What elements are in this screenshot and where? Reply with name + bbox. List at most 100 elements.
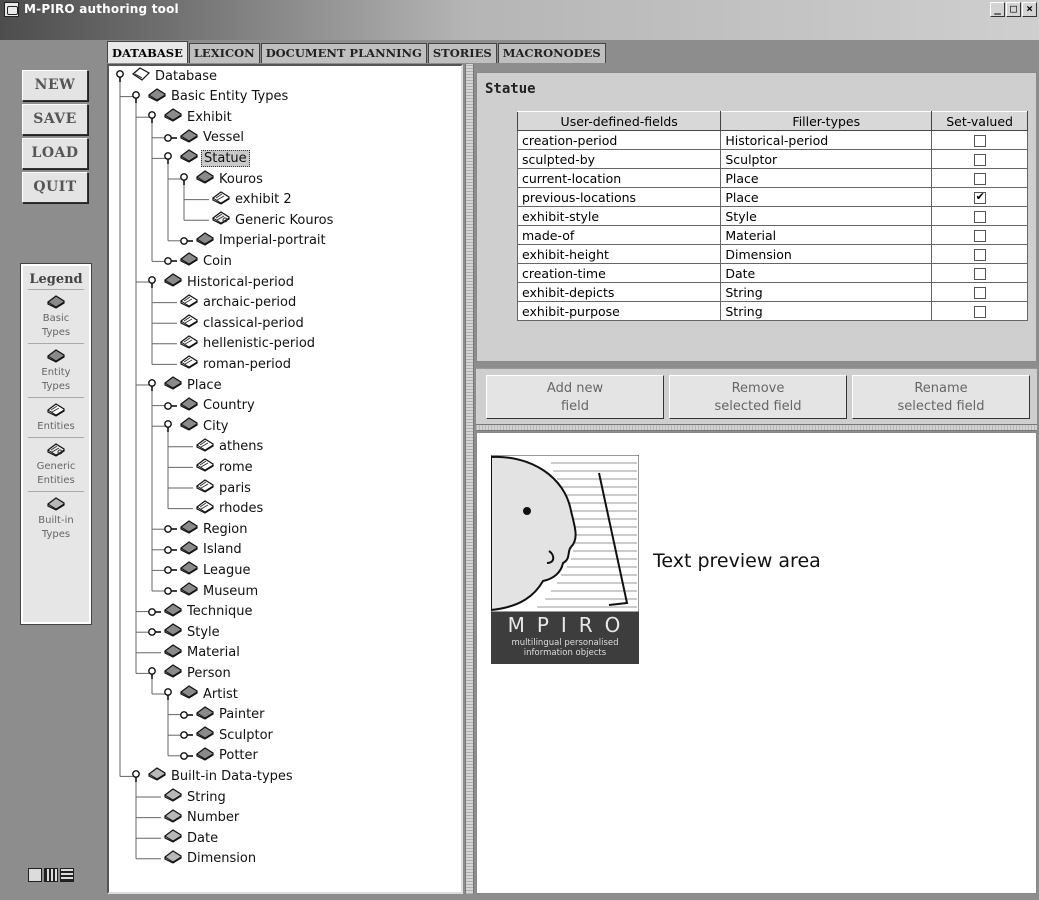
- table-row[interactable]: exhibit-height Dimension: [516, 244, 1028, 264]
- tab-stories[interactable]: STORIES: [427, 43, 497, 63]
- tree-collapsed-icon[interactable]: [147, 625, 163, 639]
- field-name-cell[interactable]: creation-period: [516, 130, 722, 150]
- tree-node[interactable]: Database: [115, 66, 219, 86]
- tree-collapsed-icon[interactable]: [163, 254, 179, 268]
- tree-node[interactable]: classical-period: [163, 313, 306, 333]
- set-valued-checkbox[interactable]: [973, 306, 986, 318]
- horizontal-splitter[interactable]: [476, 424, 1037, 431]
- tree-node[interactable]: Kouros: [179, 169, 265, 189]
- tree-node[interactable]: Painter: [179, 705, 267, 725]
- maximize-button[interactable]: □: [1006, 2, 1021, 17]
- set-valued-checkbox[interactable]: [973, 154, 986, 166]
- table-row[interactable]: exhibit-purpose String: [516, 301, 1028, 321]
- tree-node[interactable]: Coin: [163, 251, 234, 271]
- tab-lexicon[interactable]: LEXICON: [188, 43, 260, 63]
- tree-node[interactable]: String: [147, 787, 228, 807]
- table-row[interactable]: creation-period Historical-period: [516, 130, 1028, 150]
- tree-expanded-icon[interactable]: [147, 378, 163, 392]
- tree-collapsed-icon[interactable]: [163, 522, 179, 536]
- add-new-field-button[interactable]: Add new field: [486, 375, 664, 419]
- field-name-cell[interactable]: sculpted-by: [516, 149, 722, 169]
- tree-expanded-icon[interactable]: [163, 687, 179, 701]
- set-valued-checkbox[interactable]: [973, 230, 986, 242]
- field-name-cell[interactable]: previous-locations: [516, 187, 722, 207]
- tree-node[interactable]: Exhibit: [147, 107, 234, 127]
- tree-collapsed-icon[interactable]: [163, 543, 179, 557]
- quit-button[interactable]: QUIT: [22, 172, 88, 203]
- tree-node[interactable]: Statue: [163, 148, 250, 168]
- tree-node[interactable]: Dimension: [147, 849, 258, 869]
- tree-node[interactable]: Vessel: [163, 128, 246, 148]
- grid-layout-icon[interactable]: [28, 868, 42, 882]
- table-row[interactable]: previous-locations Place: [516, 187, 1028, 207]
- tree-node[interactable]: Material: [147, 643, 242, 663]
- field-name-cell[interactable]: exhibit-purpose: [516, 301, 722, 321]
- tab-macronodes[interactable]: MACRONODES: [497, 43, 606, 63]
- tree-collapsed-icon[interactable]: [179, 749, 195, 763]
- tree-node[interactable]: Museum: [163, 581, 260, 601]
- tree-node[interactable]: Style: [147, 622, 222, 642]
- table-row[interactable]: exhibit-depicts String: [516, 282, 1028, 302]
- tree-node[interactable]: archaic-period: [163, 293, 298, 313]
- field-name-cell[interactable]: current-location: [516, 168, 722, 188]
- column-layout-icon[interactable]: [44, 868, 58, 882]
- panel-splitter[interactable]: [465, 64, 474, 894]
- tree-collapsed-icon[interactable]: [163, 131, 179, 145]
- tree-expanded-icon[interactable]: [147, 110, 163, 124]
- filler-type-cell[interactable]: String: [720, 282, 933, 302]
- tree-expanded-icon[interactable]: [131, 769, 147, 783]
- tree-node[interactable]: Date: [147, 828, 220, 848]
- tree-node[interactable]: Generic Kouros: [195, 210, 335, 230]
- filler-type-cell[interactable]: Material: [720, 225, 933, 245]
- tree-node[interactable]: Sculptor: [179, 725, 275, 745]
- minimize-button[interactable]: _: [990, 2, 1005, 17]
- field-name-cell[interactable]: exhibit-height: [516, 244, 722, 264]
- tree-node[interactable]: Number: [147, 808, 241, 828]
- table-row[interactable]: exhibit-style Style: [516, 206, 1028, 226]
- filler-type-cell[interactable]: Style: [720, 206, 933, 226]
- tree-node[interactable]: Place: [147, 375, 224, 395]
- tree-node[interactable]: exhibit 2: [195, 190, 294, 210]
- filler-type-cell[interactable]: Dimension: [720, 244, 933, 264]
- set-valued-checkbox[interactable]: [973, 173, 986, 185]
- load-button[interactable]: LOAD: [22, 138, 88, 169]
- tree-expanded-icon[interactable]: [147, 275, 163, 289]
- tree-collapsed-icon[interactable]: [147, 605, 163, 619]
- tree-node[interactable]: Basic Entity Types: [131, 87, 290, 107]
- tree-collapsed-icon[interactable]: [179, 728, 195, 742]
- set-valued-checkbox[interactable]: [973, 211, 986, 223]
- close-button[interactable]: ×: [1022, 2, 1037, 17]
- set-valued-checkbox[interactable]: [973, 249, 986, 261]
- tree-collapsed-icon[interactable]: [163, 584, 179, 598]
- tree-node[interactable]: Artist: [163, 684, 240, 704]
- set-valued-checkbox[interactable]: [973, 190, 986, 204]
- column-header-fields[interactable]: User-defined-fields: [516, 111, 722, 131]
- filler-type-cell[interactable]: Date: [720, 263, 933, 283]
- tree-node[interactable]: City: [163, 416, 230, 436]
- database-tree[interactable]: Database Basic Entity Types Exhibit Vessel S…: [107, 64, 463, 894]
- tree-expanded-icon[interactable]: [131, 90, 147, 104]
- field-name-cell[interactable]: exhibit-style: [516, 206, 722, 226]
- tree-expanded-icon[interactable]: [179, 172, 195, 186]
- table-row[interactable]: sculpted-by Sculptor: [516, 149, 1028, 169]
- tree-node[interactable]: rome: [179, 457, 255, 477]
- remove-selected-field-button[interactable]: Remove selected field: [669, 375, 847, 419]
- tree-node[interactable]: Technique: [147, 602, 254, 622]
- filler-type-cell[interactable]: Sculptor: [720, 149, 933, 169]
- tree-node[interactable]: League: [163, 560, 252, 580]
- filler-type-cell[interactable]: Place: [720, 187, 933, 207]
- set-valued-checkbox[interactable]: [973, 268, 986, 280]
- tree-expanded-icon[interactable]: [163, 419, 179, 433]
- field-name-cell[interactable]: exhibit-depicts: [516, 282, 722, 302]
- tree-node[interactable]: Imperial-portrait: [179, 231, 328, 251]
- list-layout-icon[interactable]: [60, 868, 74, 882]
- tree-expanded-icon[interactable]: [163, 151, 179, 165]
- tree-expanded-icon[interactable]: [147, 666, 163, 680]
- field-name-cell[interactable]: made-of: [516, 225, 722, 245]
- tree-node[interactable]: Region: [163, 519, 250, 539]
- filler-type-cell[interactable]: Place: [720, 168, 933, 188]
- table-row[interactable]: made-of Material: [516, 225, 1028, 245]
- tree-node[interactable]: Historical-period: [147, 272, 296, 292]
- tree-node[interactable]: athens: [179, 437, 265, 457]
- tree-node[interactable]: hellenistic-period: [163, 334, 317, 354]
